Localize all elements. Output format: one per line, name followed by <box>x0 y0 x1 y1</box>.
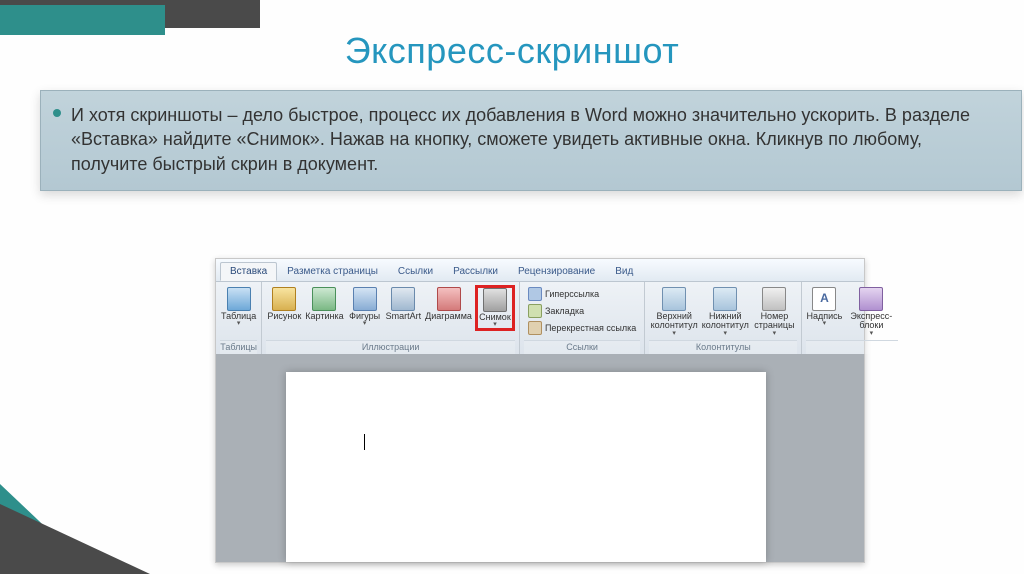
table-button[interactable]: Таблица ▾ <box>220 285 257 329</box>
chevron-down-icon: ▾ <box>237 322 241 326</box>
pagenum-label: Номер страницы <box>752 312 796 331</box>
crossref-button[interactable]: Перекрестная ссылка <box>528 321 636 335</box>
group-links-label: Ссылки <box>524 340 640 354</box>
chevron-down-icon: ▾ <box>870 332 874 336</box>
header-button[interactable]: Верхний колонтитул ▾ <box>649 285 699 338</box>
tab-review[interactable]: Рецензирование <box>508 262 605 281</box>
group-headerfooter-label: Колонтитулы <box>649 340 797 354</box>
document-page[interactable] <box>286 372 766 562</box>
smartart-label: SmartArt <box>386 312 422 321</box>
slide: Экспресс-скриншот И хотя скриншоты – дел… <box>0 0 1024 574</box>
clipart-label: Картинка <box>305 312 343 321</box>
chevron-down-icon: ▾ <box>823 322 827 326</box>
group-tables: Таблица ▾ Таблицы <box>216 282 262 354</box>
chevron-down-icon: ▾ <box>672 332 676 336</box>
group-illustrations: Рисунок Картинка Фигуры ▾ SmartArt <box>262 282 520 354</box>
quickparts-button[interactable]: Экспресс-блоки ▾ <box>844 285 898 338</box>
decor-triangle-dark <box>0 504 150 574</box>
hyperlink-icon <box>528 287 542 301</box>
picture-label: Рисунок <box>267 312 301 321</box>
group-illustrations-label: Иллюстрации <box>266 340 515 354</box>
chevron-down-icon: ▾ <box>493 323 497 327</box>
picture-button[interactable]: Рисунок <box>266 285 302 323</box>
clipart-icon <box>312 287 336 311</box>
ribbon-tabs: Вставка Разметка страницы Ссылки Рассылк… <box>216 259 864 282</box>
ribbon-body: Таблица ▾ Таблицы Рисунок Картинка <box>216 282 864 354</box>
slide-title: Экспресс-скриншот <box>0 30 1024 72</box>
chart-button[interactable]: Диаграмма <box>424 285 473 323</box>
table-icon <box>227 287 251 311</box>
textbox-button[interactable]: A Надпись ▾ <box>806 285 842 329</box>
quickparts-label: Экспресс-блоки <box>845 312 897 331</box>
text-cursor <box>364 434 365 450</box>
smartart-button[interactable]: SmartArt <box>385 285 423 323</box>
bookmark-button[interactable]: Закладка <box>528 304 636 318</box>
footer-icon <box>713 287 737 311</box>
tab-insert[interactable]: Вставка <box>220 262 277 281</box>
screenshot-icon <box>483 288 507 312</box>
hyperlink-button[interactable]: Гиперссылка <box>528 287 636 301</box>
bookmark-icon <box>528 304 542 318</box>
content-box: И хотя скриншоты – дело быстрое, процесс… <box>40 90 1022 191</box>
chevron-down-icon: ▾ <box>363 322 367 326</box>
tab-references[interactable]: Ссылки <box>388 262 443 281</box>
slide-body-text: И хотя скриншоты – дело быстрое, процесс… <box>71 105 970 174</box>
chart-label: Диаграмма <box>425 312 472 321</box>
textbox-icon: A <box>812 287 836 311</box>
header-label: Верхний колонтитул <box>650 312 698 331</box>
shapes-button[interactable]: Фигуры ▾ <box>347 285 383 329</box>
smartart-icon <box>391 287 415 311</box>
group-links: Гиперссылка Закладка Перекрестная ссылка… <box>520 282 645 354</box>
pagenum-icon <box>762 287 786 311</box>
tab-view[interactable]: Вид <box>605 262 643 281</box>
crossref-label: Перекрестная ссылка <box>545 323 636 333</box>
chevron-down-icon: ▾ <box>724 332 728 336</box>
crossref-icon <box>528 321 542 335</box>
pagenum-button[interactable]: Номер страницы ▾ <box>751 285 797 338</box>
document-area <box>216 354 864 562</box>
group-tables-label: Таблицы <box>220 340 257 354</box>
group-text-label <box>806 340 898 354</box>
shapes-icon <box>353 287 377 311</box>
chevron-down-icon: ▾ <box>773 332 777 336</box>
tab-mailings[interactable]: Рассылки <box>443 262 508 281</box>
chart-icon <box>437 287 461 311</box>
picture-icon <box>272 287 296 311</box>
group-headerfooter: Верхний колонтитул ▾ Нижний колонтитул ▾… <box>645 282 802 354</box>
clipart-button[interactable]: Картинка <box>304 285 344 323</box>
bookmark-label: Закладка <box>545 306 584 316</box>
quickparts-icon <box>859 287 883 311</box>
hyperlink-label: Гиперссылка <box>545 289 599 299</box>
screenshot-button[interactable]: Снимок ▾ <box>475 285 515 331</box>
footer-label: Нижний колонтитул <box>702 312 749 331</box>
tab-pagelayout[interactable]: Разметка страницы <box>277 262 388 281</box>
group-text: A Надпись ▾ Экспресс-блоки ▾ <box>802 282 902 354</box>
bullet-icon <box>53 109 61 117</box>
footer-button[interactable]: Нижний колонтитул ▾ <box>701 285 749 338</box>
word-ribbon-screenshot: Вставка Разметка страницы Ссылки Рассылк… <box>215 258 865 563</box>
header-icon <box>662 287 686 311</box>
